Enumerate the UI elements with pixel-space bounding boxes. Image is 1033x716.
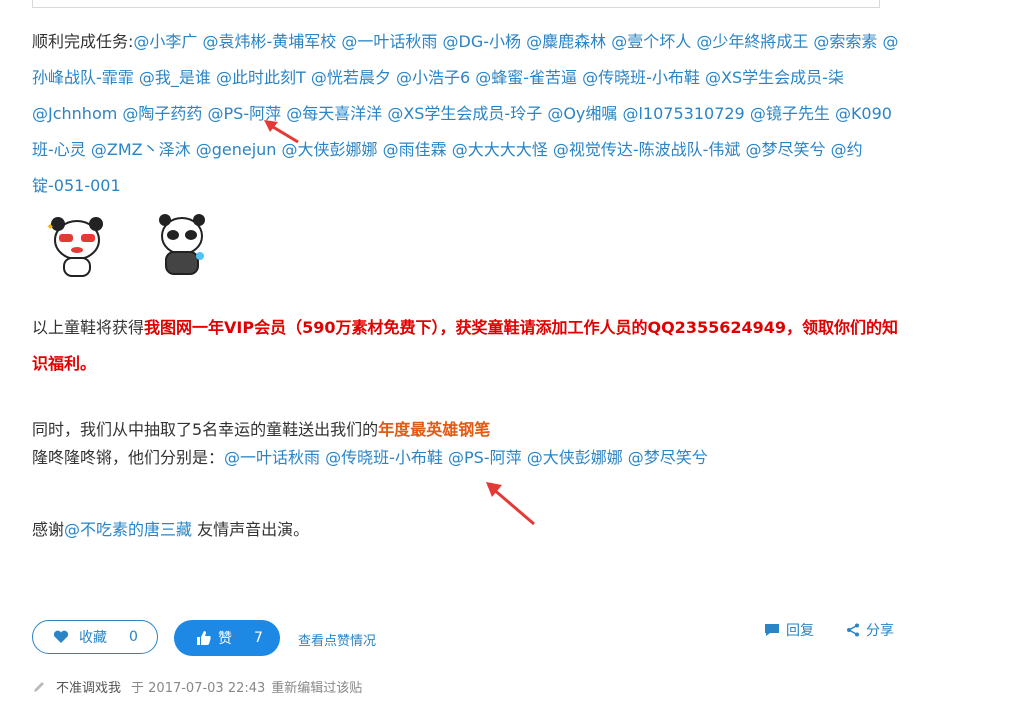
mention-link[interactable]: @ZMZ丶泽沐 — [91, 140, 191, 159]
share-label: 分享 — [866, 623, 894, 639]
mention-link[interactable]: @雨佳霖 — [383, 140, 447, 159]
mention-link[interactable]: @我_是谁 — [139, 68, 211, 87]
mention-link[interactable]: @梦尽笑兮 — [746, 140, 826, 159]
post-footer: 不准调戏我 于 2017-07-03 22:43 重新编辑过该贴 — [32, 677, 362, 696]
mention-link[interactable]: @DG-小杨 — [443, 32, 522, 51]
prize-prefix: 以上童鞋将获得 — [32, 318, 145, 337]
like-button[interactable]: 赞 7 — [174, 620, 280, 656]
mention-link[interactable]: @PS-阿萍 — [448, 448, 522, 467]
thanks-prefix: 感谢 — [32, 520, 65, 539]
lottery-prefix: 同时，我们从中抽取了5名幸运的童鞋送出我们的 — [32, 420, 379, 439]
mention-link[interactable]: @Oy缃嘱 — [547, 104, 617, 123]
mention-link[interactable]: @XS学生会成员-柒 — [705, 68, 844, 87]
mention-link[interactable]: @梦尽笑兮 — [628, 448, 708, 467]
footer-user[interactable]: 不准调戏我 — [56, 677, 121, 696]
thanks-mention[interactable]: @不吃素的唐三藏 — [64, 520, 192, 539]
thanks-suffix: 友情声音出演。 — [192, 520, 310, 539]
prize-red-text: 我图网一年VIP会员（590万素材免费下），获奖童鞋请添加工作人员的QQ2355… — [32, 318, 899, 373]
like-label: 赞 — [218, 631, 232, 647]
mention-link[interactable]: @壹个坏人 — [611, 32, 691, 51]
mention-link[interactable]: @蜂蜜-雀苦逼 — [475, 68, 577, 87]
view-likes-link[interactable]: 查看点赞情况 — [298, 630, 376, 649]
mention-link[interactable]: @一叶话秋雨 — [341, 32, 437, 51]
winners-prefix: 隆咚隆咚锵，他们分别是： — [32, 448, 225, 467]
mention-link[interactable]: @l1075310729 — [622, 104, 744, 123]
svg-text:✦: ✦ — [46, 222, 54, 233]
mention-link[interactable]: @一叶话秋雨 — [224, 448, 320, 467]
favorite-count: 0 — [129, 629, 138, 645]
mention-link[interactable]: @Jchnhom — [32, 104, 117, 123]
mention-link[interactable]: @麋鹿森林 — [526, 32, 606, 51]
footer-date: 于 2017-07-03 22:43 — [131, 681, 266, 696]
mention-link[interactable]: @袁炜彬-黄埔军校 — [203, 32, 337, 51]
comment-icon — [765, 624, 779, 636]
pencil-icon — [34, 681, 44, 692]
thanks-line: 感谢@不吃素的唐三藏 友情声音出演。 — [32, 512, 902, 548]
red-arrow-icon — [264, 120, 299, 144]
favorite-label: 收藏 — [79, 630, 107, 646]
post-content: 顺利完成任务:@小李广 @袁炜彬-黄埔军校 @一叶话秋雨 @DG-小杨 @麋鹿森… — [32, 24, 902, 548]
reply-label: 回复 — [786, 623, 814, 639]
panda-emoji-icon — [159, 214, 205, 275]
mention-link[interactable]: @索索素 — [813, 32, 877, 51]
lottery-line-2: 隆咚隆咚锵，他们分别是：@一叶话秋雨 @传晓班-小布鞋 @PS-阿萍 @大侠彭娜… — [32, 440, 902, 476]
panda-emoji-icon: ✦ — [46, 217, 103, 277]
mention-link[interactable]: @视觉传达-陈波战队-伟斌 — [553, 140, 741, 159]
mention-link[interactable]: @XS学生会成员-玲子 — [387, 104, 542, 123]
prize-notice: 以上童鞋将获得我图网一年VIP会员（590万素材免费下），获奖童鞋请添加工作人员… — [32, 310, 902, 382]
mention-link[interactable]: @少年終將成王 — [696, 32, 808, 51]
mention-list: 顺利完成任务:@小李广 @袁炜彬-黄埔军校 @一叶话秋雨 @DG-小杨 @麋鹿森… — [32, 24, 902, 204]
intro-label: 顺利完成任务: — [32, 32, 134, 51]
mention-link[interactable]: @恍若晨夕 — [311, 68, 391, 87]
mention-link[interactable]: @大侠彭娜娜 — [527, 448, 623, 467]
share-button[interactable]: 分享 — [846, 620, 894, 640]
mention-link[interactable]: @小李广 — [133, 32, 197, 51]
previous-content-box — [32, 0, 880, 8]
post-actions: 收藏 0 赞 7 查看点赞情况 回复 分享 — [32, 620, 902, 656]
mention-link[interactable]: @大大大大怪 — [452, 140, 548, 159]
mention-link[interactable]: @传晓班-小布鞋 — [325, 448, 443, 467]
mention-link[interactable]: @镜子先生 — [750, 104, 830, 123]
share-icon — [847, 623, 859, 637]
lottery-highlight: 年度最英雄钢笔 — [378, 420, 491, 439]
mention-link[interactable]: @此时此刻T — [216, 68, 306, 87]
thumbs-up-icon — [197, 631, 211, 645]
footer-edit-note: 重新编辑过该贴 — [271, 681, 363, 696]
reply-button[interactable]: 回复 — [764, 620, 814, 640]
mention-link[interactable]: @小浩子6 — [396, 68, 470, 87]
favorite-button[interactable]: 收藏 0 — [32, 620, 158, 654]
mention-link[interactable]: @传晓班-小布鞋 — [582, 68, 700, 87]
red-arrow-icon — [486, 482, 535, 526]
heart-icon — [53, 630, 69, 643]
emoji-row: ✦ — [32, 210, 902, 310]
mention-link[interactable]: @陶子药药 — [122, 104, 202, 123]
like-count: 7 — [254, 630, 263, 646]
